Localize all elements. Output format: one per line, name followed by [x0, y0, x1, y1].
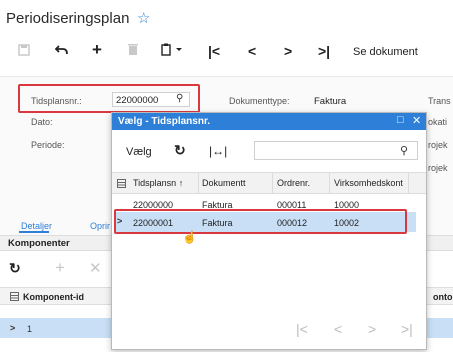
maximize-icon[interactable]: □	[397, 114, 404, 126]
first-record-icon[interactable]: |<	[208, 43, 220, 59]
tidsplansnr-label: Tidsplansnr.:	[31, 96, 82, 106]
pager-last-icon[interactable]: >|	[401, 321, 413, 337]
komponent-id-cell[interactable]: 1	[27, 324, 32, 334]
col-virksomhedskonto[interactable]: Virksomhedskont	[334, 178, 403, 188]
dokumenttype-label: Dokumenttype:	[229, 96, 290, 106]
next-record-icon[interactable]: >	[284, 43, 292, 59]
page-title: Periodiseringsplan	[6, 10, 130, 27]
tidsplansnr-value: 22000000	[116, 95, 159, 106]
col-konto[interactable]: onto	[433, 292, 453, 302]
trans-label: Trans	[428, 96, 451, 106]
dokumenttype-value: Faktura	[314, 96, 347, 107]
mouse-cursor-icon: ☝	[182, 230, 197, 244]
projekt-label: rojek	[428, 140, 448, 150]
projekt-opgave-label: rojek	[428, 163, 448, 173]
tab-oprindelse[interactable]: Oprir	[90, 221, 110, 231]
selected-row-highlight	[114, 209, 407, 234]
dato-label: Dato:	[31, 117, 53, 127]
refresh-icon[interactable]: ↻	[9, 260, 21, 277]
add-row-icon[interactable]: +	[55, 258, 65, 278]
column-divider	[329, 173, 330, 193]
col-tidsplansnr[interactable]: Tidsplansn ↑	[133, 178, 183, 188]
save-icon[interactable]	[18, 43, 30, 59]
close-icon[interactable]: ✕	[412, 114, 421, 127]
select-button[interactable]: Vælg	[126, 146, 152, 158]
search-icon[interactable]: ⚲	[400, 144, 408, 157]
search-icon[interactable]: ⚲	[176, 93, 183, 104]
komponenter-title: Komponenter	[8, 238, 70, 249]
delete-icon[interactable]	[128, 43, 138, 59]
col-ordrenr[interactable]: Ordrenr.	[277, 178, 310, 188]
col-komponent-id[interactable]: Komponent-id	[23, 292, 84, 302]
delete-row-icon[interactable]: ✕	[89, 259, 102, 277]
tab-detaljer[interactable]: Detaljer	[21, 221, 52, 231]
pager-next-icon[interactable]: >	[368, 321, 376, 337]
grid-settings-icon[interactable]	[10, 292, 19, 304]
select-dialog: Vælg - Tidsplansnr. □ ✕ Vælg ↻ |↔| ⚲ Tid…	[111, 112, 427, 350]
refresh-icon[interactable]: ↻	[174, 142, 186, 159]
col-dokumenttype[interactable]: Dokumentt	[202, 178, 246, 188]
column-divider	[408, 173, 409, 193]
column-divider	[272, 173, 273, 193]
pager-previous-icon[interactable]: <	[334, 321, 342, 337]
add-icon[interactable]: +	[92, 40, 102, 60]
periode-label: Periode:	[31, 140, 65, 150]
fit-columns-icon[interactable]: |↔|	[209, 144, 227, 158]
dialog-title: Vælg - Tidsplansnr.	[118, 116, 211, 127]
undo-icon[interactable]	[54, 43, 69, 59]
row-pointer-icon: >	[10, 323, 16, 333]
column-divider	[198, 173, 199, 193]
last-record-icon[interactable]: >|	[318, 43, 330, 59]
dialog-search-input[interactable]	[254, 141, 418, 160]
tab-active-underline	[19, 231, 49, 233]
view-document-button[interactable]: Se dokument	[353, 46, 418, 58]
previous-record-icon[interactable]: <	[248, 43, 256, 59]
copy-paste-icon[interactable]	[161, 43, 183, 59]
star-icon[interactable]: ☆	[137, 9, 150, 27]
pager-first-icon[interactable]: |<	[296, 321, 308, 337]
lokation-label: okati	[428, 117, 448, 127]
grid-settings-icon[interactable]	[117, 179, 126, 191]
